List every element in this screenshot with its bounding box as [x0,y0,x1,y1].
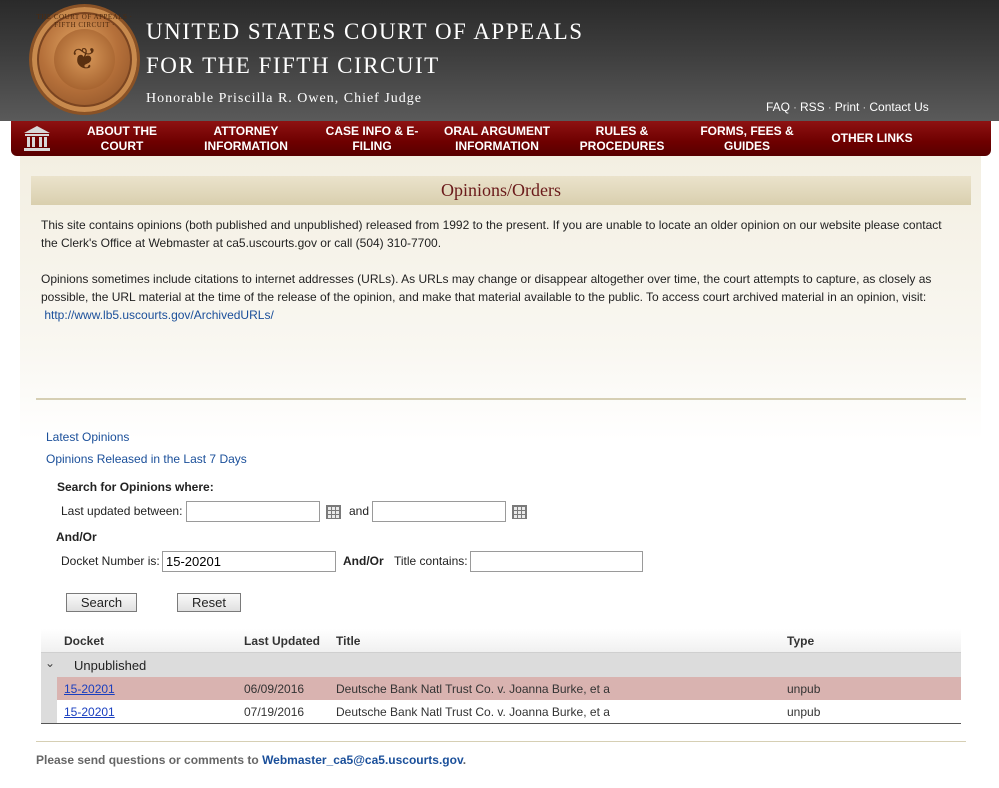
table-bottom-border [41,723,961,724]
andor-label: And/Or [343,554,384,568]
nav-label: CASE INFO & E- [325,123,419,138]
nav-about-the-court[interactable]: ABOUT THE COURT [67,121,177,156]
footer-text-end: . [462,753,467,767]
footer-text: Please send questions or comments to [36,753,263,767]
docket-label: Docket Number is: [61,554,160,568]
intro-paragraph-2: Opinions sometimes include citations to … [41,270,961,324]
nav-label: INFORMATION [204,138,288,153]
chief-judge: Honorable Priscilla R. Owen, Chief Judge [146,91,423,106]
date-from-input[interactable] [186,501,320,522]
title-cell: Deutsche Bank Natl Trust Co. v. Joanna B… [336,682,610,696]
search-heading: Search for Opinions where: [57,480,214,494]
nav-rules-procedures[interactable]: RULES & PROCEDURES [567,121,677,156]
main-nav: ABOUT THE COURT ATTORNEY INFORMATION CASE … [11,121,991,156]
group-label: Unpublished [74,658,147,673]
type-cell: unpub [787,682,821,696]
chevron-down-icon[interactable]: ⌄ [45,656,55,670]
page-title: Opinions/Orders [31,176,971,205]
separator-dot: · [793,100,798,114]
site-header: THE COURT OF APPEALS · FIFTH CIRCUIT · ❦… [0,0,999,121]
latest-opinions-link[interactable]: Latest Opinions [46,430,129,444]
nav-attorney-information[interactable]: ATTORNEY INFORMATION [191,121,301,156]
nav-oral-argument[interactable]: ORAL ARGUMENT INFORMATION [439,121,555,156]
table-row[interactable]: 15-20201 06/09/2016 Deutsche Bank Natl T… [41,677,961,700]
last-updated-cell: 07/19/2016 [244,705,305,719]
results-table-header: Docket Last Updated Title Type [41,629,961,653]
search-button[interactable]: Search [66,593,137,612]
divider [36,398,966,400]
docket-link[interactable]: 15-20201 [64,705,115,719]
column-header-last-updated[interactable]: Last Updated [244,634,320,648]
court-title-line2: FOR THE FIFTH CIRCUIT [146,53,440,78]
docket-number-input[interactable] [162,551,336,572]
nav-label: ATTORNEY [213,123,279,138]
nav-label: COURT [100,138,144,153]
top-links: FAQ · RSS · Print · Contact Us [766,100,929,114]
title-label: Title contains: [394,554,468,568]
nav-label: ORAL ARGUMENT [444,123,550,138]
column-header-type[interactable]: Type [787,634,814,648]
title-input[interactable] [470,551,643,572]
row-gutter [41,677,57,700]
court-title-line1: UNITED STATES COURT OF APPEALS [146,19,584,44]
type-cell: unpub [787,705,821,719]
column-header-title[interactable]: Title [336,634,360,648]
nav-label: OTHER LINKS [831,131,913,145]
intro-paragraph-1: This site contains opinions (both publis… [41,216,961,252]
calendar-icon[interactable] [326,505,341,519]
nav-forms-fees-guides[interactable]: FORMS, FEES & GUIDES [691,121,803,156]
row-gutter [41,700,57,723]
print-link[interactable]: Print [835,100,860,114]
courthouse-icon[interactable] [21,123,53,153]
nav-label: INFORMATION [455,138,539,153]
table-row[interactable]: 15-20201 07/19/2016 Deutsche Bank Natl T… [41,700,961,723]
intro-text: possible, the URL material at the time o… [41,290,927,304]
footer-divider [36,741,966,742]
last-updated-cell: 06/09/2016 [244,682,305,696]
court-seal-logo[interactable]: THE COURT OF APPEALS · FIFTH CIRCUIT · ❦ [29,4,140,115]
title-cell: Deutsche Bank Natl Trust Co. v. Joanna B… [336,705,610,719]
webmaster-email-link[interactable]: Webmaster_ca5@ca5.uscourts.gov [262,753,463,767]
nav-label: ABOUT THE [87,123,157,138]
docket-link[interactable]: 15-20201 [64,682,115,696]
date-to-input[interactable] [372,501,506,522]
nav-label: RULES & [595,123,649,138]
nav-label: FILING [352,138,392,153]
nav-label: FORMS, FEES & [700,123,794,138]
footer: Please send questions or comments to Web… [36,753,466,767]
last-7-days-link[interactable]: Opinions Released in the Last 7 Days [46,452,247,466]
rss-link[interactable]: RSS [800,100,825,114]
separator-dot: · [862,100,867,114]
nav-other-links[interactable]: OTHER LINKS [817,121,927,156]
archived-urls-link[interactable]: http://www.lb5.uscourts.gov/ArchivedURLs… [44,308,273,322]
last-updated-label: Last updated between: [61,504,183,518]
group-row-unpublished: ⌄ Unpublished [41,653,961,677]
faq-link[interactable]: FAQ [766,100,790,114]
calendar-icon[interactable] [512,505,527,519]
intro-text: the Clerk's Office at Webmaster at ca5.u… [41,236,442,250]
eagle-icon: ❦ [54,29,115,90]
nav-case-info-efiling[interactable]: CASE INFO & E- FILING [316,121,428,156]
separator-dot: · [827,100,832,114]
seal-text: THE COURT OF APPEALS · FIFTH CIRCUIT · [36,13,133,29]
intro-text: Opinions sometimes include citations to … [41,272,932,286]
nav-label: GUIDES [723,138,770,153]
and-label: and [349,504,370,518]
intro-text: This site contains opinions (both publis… [41,218,942,232]
column-header-docket[interactable]: Docket [64,634,104,648]
contact-us-link[interactable]: Contact Us [869,100,928,114]
andor-label: And/Or [56,530,97,544]
nav-label: PROCEDURES [579,138,665,153]
reset-button[interactable]: Reset [177,593,241,612]
